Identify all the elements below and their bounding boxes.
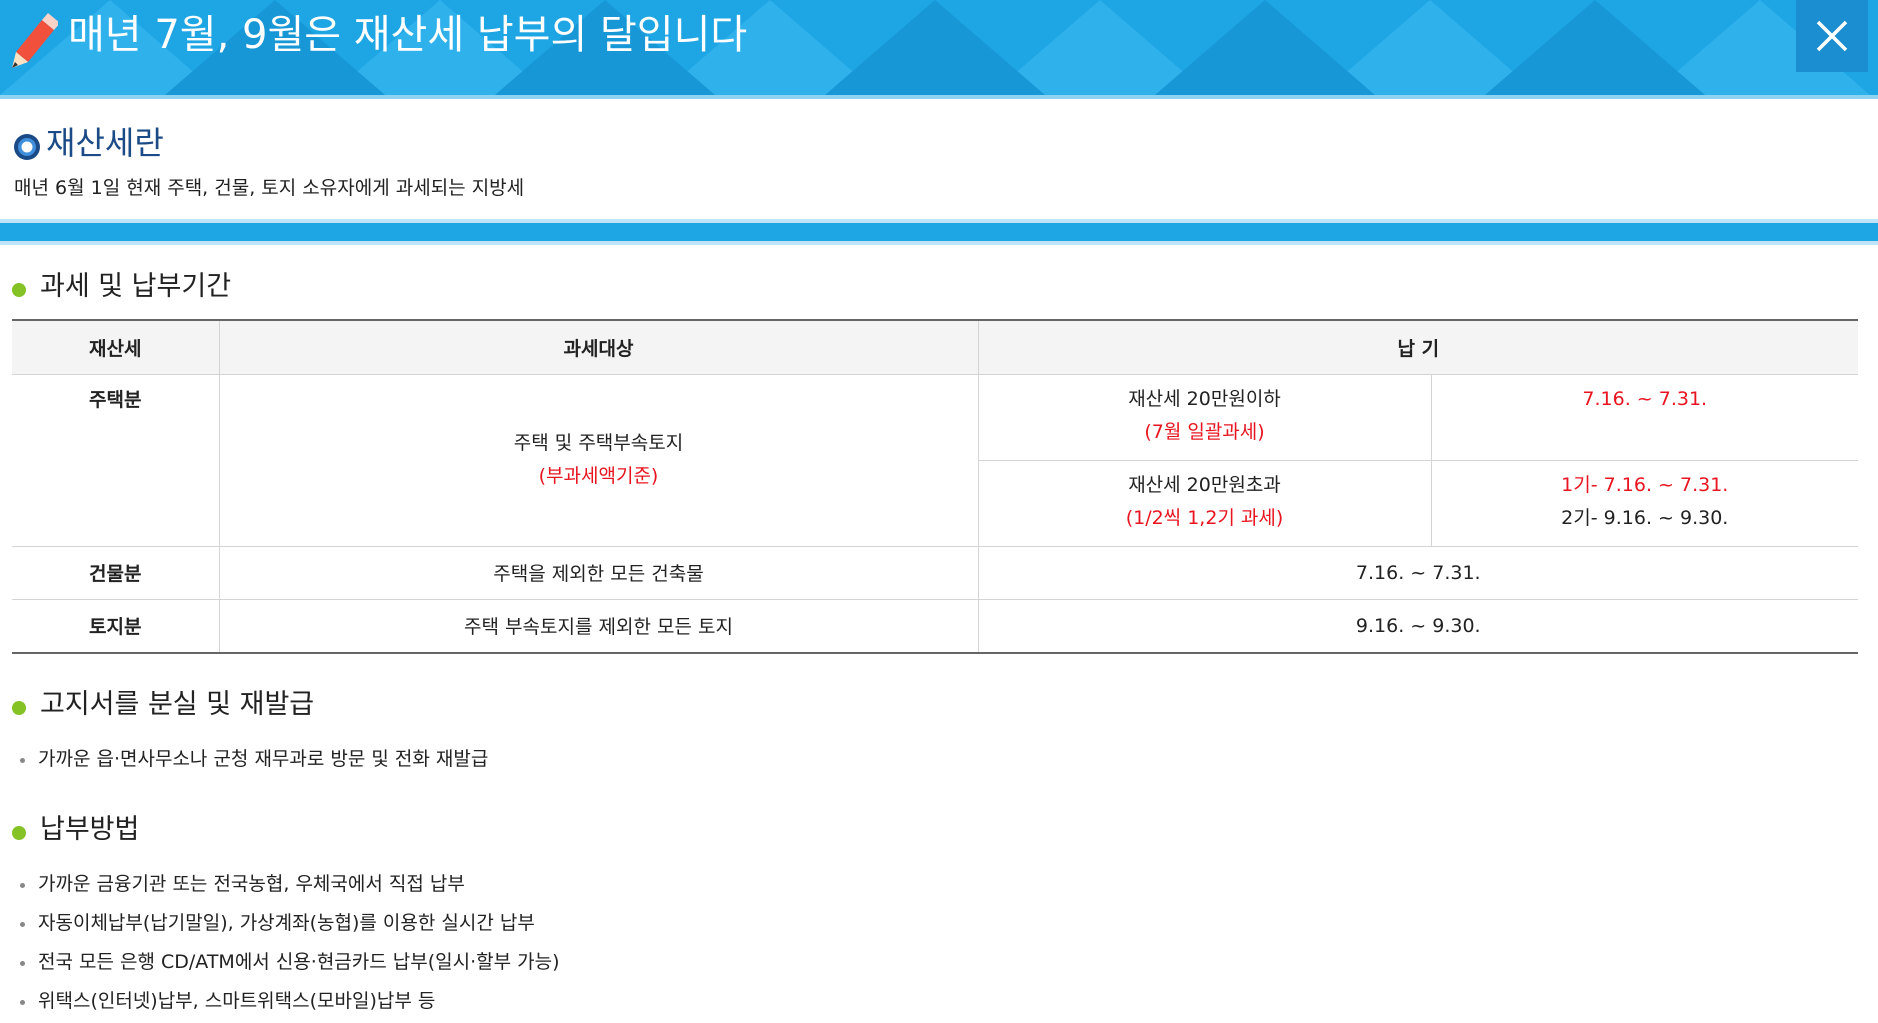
section-divider: [0, 219, 1878, 247]
section-heading-period: 과세 및 납부기간: [12, 269, 231, 305]
building-period: 7.16. ~ 7.31.: [978, 546, 1859, 600]
condition-text: 재산세 20만원초과: [1128, 473, 1281, 496]
green-bullet-icon: [12, 701, 26, 715]
close-icon: [1816, 20, 1848, 52]
close-button[interactable]: [1796, 0, 1868, 72]
column-header: 과세대상: [219, 319, 979, 375]
table-row: 건물분 주택을 제외한 모든 건축물 7.16. ~ 7.31.: [12, 546, 1859, 600]
intro-description: 매년 6월 1일 현재 주택, 건물, 토지 소유자에게 과세되는 지방세: [14, 177, 525, 199]
housing-period-b: 1기- 7.16. ~ 7.31. 2기- 9.16. ~ 9.30.: [1431, 460, 1859, 547]
housing-target-cell: 주택 및 주택부속토지 (부과세액기준): [219, 374, 979, 547]
condition-text: 재산세 20만원이하: [1128, 387, 1281, 410]
popup-title: 매년 7월, 9월은 재산세 납부의 달입니다: [68, 12, 748, 58]
table-header-row: 재산세 과세대상 납 기: [12, 319, 1859, 375]
housing-target-note: (부과세액기준): [538, 465, 659, 487]
list-item: 가까운 읍·면사무소나 군청 재무과로 방문 및 전화 재발급: [18, 740, 488, 779]
table-row: 토지분 주택 부속토지를 제외한 모든 토지 9.16. ~ 9.30.: [12, 599, 1859, 654]
intro-title-text: 재산세란: [46, 124, 164, 162]
green-bullet-icon: [12, 826, 26, 840]
building-target: 주택을 제외한 모든 건축물: [219, 546, 979, 600]
popup-content: 재산세란 매년 6월 1일 현재 주택, 건물, 토지 소유자에게 과세되는 지…: [0, 99, 1878, 1023]
condition-note: (1/2씩 1,2기 과세): [1125, 506, 1284, 529]
section-heading-text: 납부방법: [40, 814, 140, 845]
payment-method-list: 가까운 금융기관 또는 전국농협, 우체국에서 직접 납부 자동이체납부(납기말…: [18, 865, 560, 1021]
list-item: 전국 모든 은행 CD/ATM에서 신용·현금카드 납부(일시·할부 가능): [18, 943, 560, 982]
table-row: 주택분 주택 및 주택부속토지 (부과세액기준) 재산세 20만원이하 (7월 …: [12, 374, 1859, 547]
list-item: 자동이체납부(납기말일), 가상계좌(농협)를 이용한 실시간 납부: [18, 904, 560, 943]
period-text: 1기- 7.16. ~ 7.31.: [1561, 473, 1729, 496]
list-item: 가까운 금융기관 또는 전국농협, 우체국에서 직접 납부: [18, 865, 560, 904]
row-label-housing: 주택분: [12, 374, 220, 547]
lost-bill-list: 가까운 읍·면사무소나 군청 재무과로 방문 및 전화 재발급: [18, 740, 488, 779]
section-heading-payment: 납부방법: [12, 812, 139, 848]
housing-condition-a: 재산세 20만원이하 (7월 일괄과세): [978, 374, 1432, 461]
list-item: 위택스(인터넷)납부, 스마트위택스(모바일)납부 등: [18, 982, 560, 1021]
land-target: 주택 부속토지를 제외한 모든 토지: [219, 599, 979, 654]
period-text: 7.16. ~ 7.31.: [1582, 387, 1708, 410]
period-text: 2기- 9.16. ~ 9.30.: [1561, 506, 1729, 529]
pencil-icon: [12, 13, 58, 68]
housing-target: 주택 및 주택부속토지: [513, 432, 684, 454]
section-heading-text: 과세 및 납부기간: [40, 271, 232, 302]
column-header: 재산세: [12, 319, 220, 375]
popup-header: 매년 7월, 9월은 재산세 납부의 달입니다: [0, 0, 1878, 95]
green-bullet-icon: [12, 283, 26, 297]
row-label-building: 건물분: [12, 546, 220, 600]
intro-title: 재산세란: [12, 121, 164, 165]
section-heading-lost: 고지서를 분실 및 재발급: [12, 687, 314, 723]
section-heading-text: 고지서를 분실 및 재발급: [40, 689, 315, 720]
column-header: 납 기: [978, 319, 1859, 375]
housing-period-a: 7.16. ~ 7.31.: [1431, 374, 1859, 461]
row-label-land: 토지분: [12, 599, 220, 654]
ring-bullet-icon: [14, 134, 40, 160]
land-period: 9.16. ~ 9.30.: [978, 599, 1859, 654]
tax-period-table: 재산세 과세대상 납 기 주택분 주택 및 주택부속토지 (부과세액기준) 재산…: [12, 319, 1859, 654]
housing-condition-b: 재산세 20만원초과 (1/2씩 1,2기 과세): [978, 460, 1432, 547]
condition-note: (7월 일괄과세): [1144, 420, 1265, 443]
